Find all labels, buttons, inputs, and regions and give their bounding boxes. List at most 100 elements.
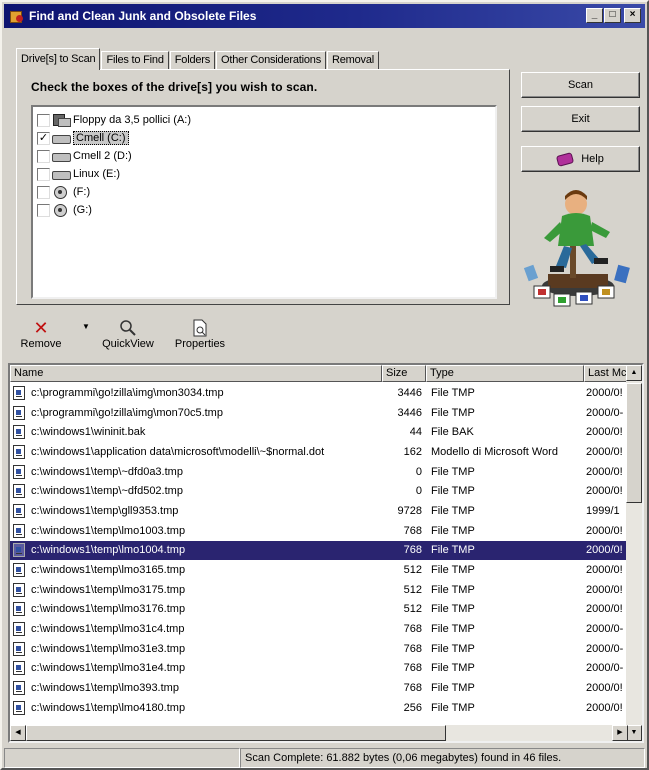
minimize-button[interactable]: _ xyxy=(586,8,603,23)
file-name-cell: c:\windows1\temp\lmo3176.tmp xyxy=(10,600,382,620)
drive-checkbox[interactable] xyxy=(37,203,50,217)
file-icon xyxy=(13,444,25,459)
horizontal-scrollbar[interactable]: ◀ ▶ xyxy=(10,725,628,741)
drive-item-f[interactable]: (F:) xyxy=(37,183,495,201)
table-row[interactable]: c:\windows1\temp\lmo1003.tmp 768 File TMP 2… xyxy=(10,521,628,541)
drive-checkbox[interactable] xyxy=(37,113,50,127)
file-size-cell: 768 xyxy=(403,682,422,695)
drive-label: (G:) xyxy=(73,204,92,216)
remove-dropdown-arrow-icon[interactable]: ▼ xyxy=(82,322,90,331)
status-bar: Scan Complete: 61.882 bytes (0,06 megaby… xyxy=(4,748,645,768)
drive-checkbox[interactable] xyxy=(37,149,50,163)
column-header-name[interactable]: Name xyxy=(10,365,382,382)
maximize-button[interactable]: □ xyxy=(604,8,621,23)
file-type-cell: File TMP xyxy=(431,386,475,399)
table-row[interactable]: c:\windows1\temp\lmo31e3.tmp 768 File TMP 2… xyxy=(10,639,628,659)
table-row[interactable]: c:\windows1\temp\lmo3175.tmp 512 File TMP 2… xyxy=(10,580,628,600)
file-icon xyxy=(13,681,25,696)
file-type-cell: File TMP xyxy=(426,544,584,557)
file-size-cell: 512 xyxy=(403,564,422,577)
help-button[interactable]: Help xyxy=(521,146,640,172)
table-row[interactable]: c:\windows1\temp\lmo4180.tmp 256 File TMP 2… xyxy=(10,698,628,718)
file-name-cell: c:\windows1\wininit.bak xyxy=(10,422,382,442)
tab-drives-to-scan[interactable]: Drive[s] to Scan xyxy=(16,48,101,70)
scroll-down-arrow-icon[interactable]: ▼ xyxy=(626,725,642,741)
quickview-tool[interactable]: QuickView xyxy=(96,318,160,350)
tab-files-to-find[interactable]: Files to Find xyxy=(101,51,169,70)
tab-strip: Drive[s] to Scan Files to Find Folders O… xyxy=(16,48,380,70)
file-size-cell: 256 xyxy=(403,701,422,714)
file-icon xyxy=(13,484,25,499)
drive-checkbox[interactable]: ✓ xyxy=(37,131,50,145)
title-bar[interactable]: Find and Clean Junk and Obsolete Files _… xyxy=(4,4,645,28)
file-date-cell: 1999/1 xyxy=(586,504,620,517)
table-row[interactable]: c:\windows1\temp\lmo1004.tmp 768 File TMP 2… xyxy=(10,540,628,561)
properties-tool[interactable]: Properties xyxy=(168,318,232,350)
tab-other-considerations[interactable]: Other Considerations xyxy=(216,51,326,70)
status-text: Scan Complete: 61.882 bytes (0,06 megaby… xyxy=(240,748,645,768)
app-icon xyxy=(8,9,24,23)
horizontal-scroll-thumb[interactable] xyxy=(26,725,446,741)
cd-drive-icon xyxy=(52,186,70,199)
drive-checkbox[interactable] xyxy=(37,167,50,181)
table-row[interactable]: c:\windows1\temp\lmo3165.tmp 512 File TMP 2… xyxy=(10,560,628,580)
vertical-scrollbar[interactable]: ▲ ▼ xyxy=(626,365,642,741)
column-header-last-modified[interactable]: Last Mc xyxy=(584,365,628,382)
drive-item-a[interactable]: Floppy da 3,5 pollici (A:) xyxy=(37,111,495,129)
file-name: c:\windows1\temp\lmo3175.tmp xyxy=(31,583,186,596)
hard-drive-icon xyxy=(52,150,71,162)
close-button[interactable]: × xyxy=(624,8,641,23)
vertical-scroll-thumb[interactable] xyxy=(626,383,642,503)
table-row[interactable]: c:\windows1\temp\lmo31c4.tmp 768 File TMP 2… xyxy=(10,619,628,639)
file-name: c:\windows1\application data\microsoft\m… xyxy=(31,445,325,458)
file-name-cell: c:\windows1\temp\lmo3175.tmp xyxy=(10,580,382,600)
file-size-cell: 0 xyxy=(415,465,422,478)
file-type-cell: File TMP xyxy=(431,701,475,714)
table-row[interactable]: c:\windows1\wininit.bak 44 File BAK 2000/0! xyxy=(10,422,628,442)
table-row[interactable]: c:\windows1\temp\lmo3176.tmp 512 File TMP 2… xyxy=(10,600,628,620)
column-header-type[interactable]: Type xyxy=(426,365,584,382)
remove-tool[interactable]: ✕ Remove xyxy=(12,318,70,350)
file-type-cell: File TMP xyxy=(431,485,475,498)
file-name-cell: c:\windows1\temp\lmo31e4.tmp xyxy=(10,659,382,679)
drive-item-e[interactable]: Linux (E:) xyxy=(37,165,495,183)
file-icon xyxy=(13,543,25,558)
scroll-right-arrow-icon[interactable]: ▶ xyxy=(612,725,628,741)
column-header-size[interactable]: Size xyxy=(382,365,426,382)
drive-item-c[interactable]: ✓ Cmell (C:) xyxy=(37,129,495,147)
table-row[interactable]: c:\windows1\temp\lmo393.tmp 768 File TMP 20… xyxy=(10,678,628,698)
file-date-cell: 2000/0- xyxy=(586,623,624,636)
results-list[interactable]: Name Size Type Last Mc c:\programmi\go!z… xyxy=(8,363,644,743)
file-date-cell: 2000/0! xyxy=(586,682,623,695)
file-date-cell: 2000/0! xyxy=(586,426,623,439)
table-row[interactable]: c:\windows1\temp\~dfd502.tmp 0 File TMP 200… xyxy=(10,481,628,501)
drive-item-d[interactable]: Cmell 2 (D:) xyxy=(37,147,495,165)
table-row[interactable]: c:\programmi\go!zilla\img\mon3034.tmp 344… xyxy=(10,383,628,403)
file-name-cell: c:\windows1\temp\gll9353.tmp xyxy=(10,501,382,521)
drive-checkbox[interactable] xyxy=(37,185,50,199)
file-name-cell: c:\programmi\go!zilla\img\mon3034.tmp xyxy=(10,383,382,403)
file-name: c:\windows1\temp\~dfd0a3.tmp xyxy=(31,465,183,478)
drive-label: Floppy da 3,5 pollici (A:) xyxy=(73,114,191,126)
file-name: c:\windows1\temp\lmo1003.tmp xyxy=(31,524,186,537)
hard-drive-icon xyxy=(52,132,71,144)
properties-tool-label: Properties xyxy=(174,338,226,350)
table-row[interactable]: c:\windows1\temp\~dfd0a3.tmp 0 File TMP 200… xyxy=(10,462,628,482)
remove-tool-label: Remove xyxy=(20,338,62,350)
file-type-cell: File TMP xyxy=(431,406,475,419)
exit-button[interactable]: Exit xyxy=(521,106,640,132)
table-row[interactable]: c:\windows1\temp\lmo31e4.tmp 768 File TMP 2… xyxy=(10,659,628,679)
file-name-cell: c:\windows1\temp\lmo4180.tmp xyxy=(10,698,382,718)
table-row[interactable]: c:\programmi\go!zilla\img\mon70c5.tmp 344… xyxy=(10,403,628,423)
scan-button[interactable]: Scan xyxy=(521,72,640,98)
file-size-cell: 3446 xyxy=(397,406,422,419)
drive-item-g[interactable]: (G:) xyxy=(37,201,495,219)
table-row[interactable]: c:\windows1\application data\microsoft\m… xyxy=(10,442,628,462)
tab-removal[interactable]: Removal xyxy=(327,51,380,70)
file-icon xyxy=(13,503,25,518)
cd-drive-icon xyxy=(52,204,70,217)
scroll-left-arrow-icon[interactable]: ◀ xyxy=(10,725,26,741)
table-row[interactable]: c:\windows1\temp\gll9353.tmp 9728 File TMP… xyxy=(10,501,628,521)
scroll-up-arrow-icon[interactable]: ▲ xyxy=(626,365,642,381)
tab-folders[interactable]: Folders xyxy=(169,51,216,70)
